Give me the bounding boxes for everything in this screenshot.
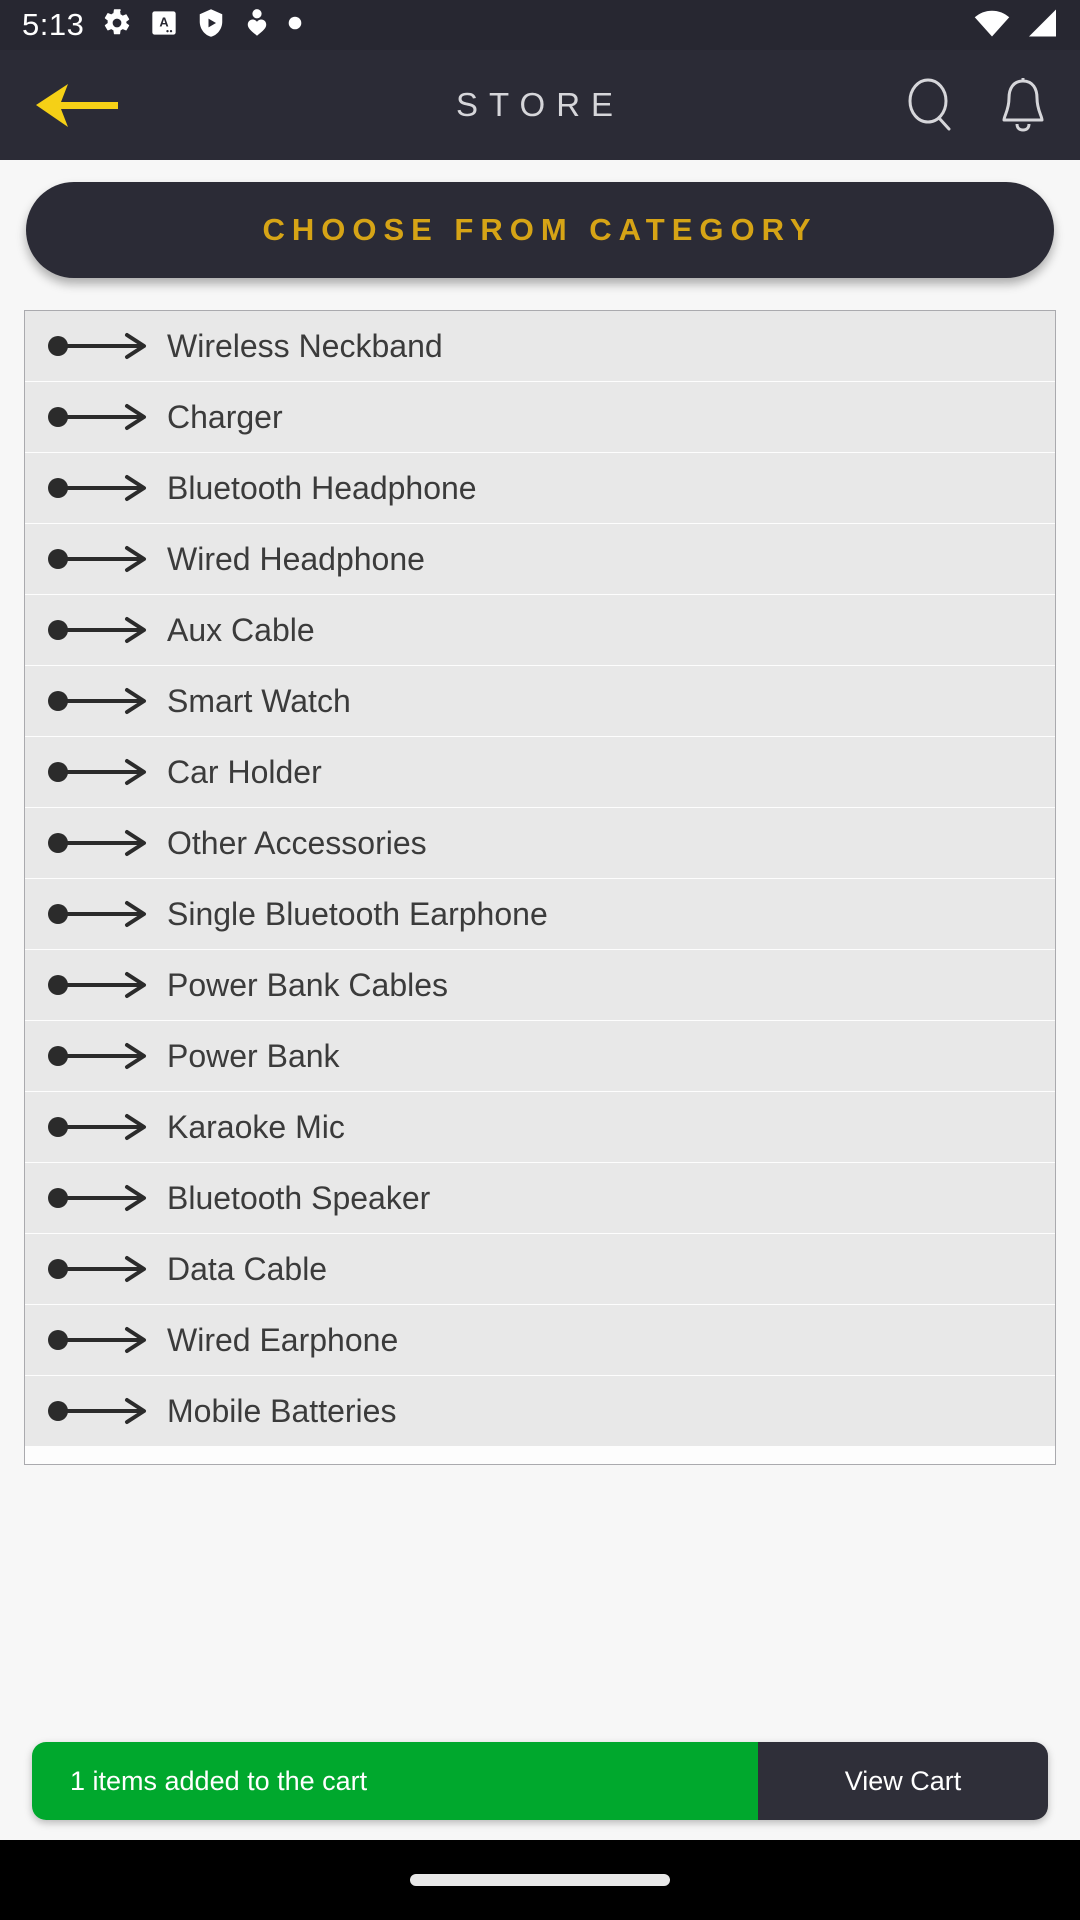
status-bar-time: 5:13 <box>22 7 85 42</box>
arrow-bullet-icon <box>47 1394 151 1428</box>
category-label: Charger <box>167 398 283 435</box>
arrow-bullet-icon <box>47 400 151 434</box>
status-bar-notification-icons: A <box>102 8 302 43</box>
cart-snackbar: 1 items added to the cart View Cart <box>32 1742 1048 1820</box>
arrow-bullet-icon <box>47 755 151 789</box>
arrow-bullet-icon <box>47 471 151 505</box>
category-row[interactable]: Power Bank <box>25 1021 1055 1091</box>
svg-text:A: A <box>160 14 169 29</box>
arrow-bullet-icon <box>47 1110 151 1144</box>
back-arrow-icon[interactable] <box>34 75 120 135</box>
arrow-bullet-icon <box>47 613 151 647</box>
category-row[interactable]: Wired Earphone <box>25 1305 1055 1375</box>
person-heart-icon <box>244 8 270 43</box>
category-row[interactable]: Wireless Neckband <box>25 311 1055 381</box>
arrow-bullet-icon <box>47 684 151 718</box>
arrow-bullet-icon <box>47 897 151 931</box>
category-row[interactable]: Other Accessories <box>25 808 1055 878</box>
category-label: Bluetooth Speaker <box>167 1179 431 1216</box>
choose-category-banner[interactable]: CHOOSE FROM CATEGORY <box>26 182 1054 278</box>
search-icon[interactable] <box>904 77 956 133</box>
status-bar: 5:13 A <box>0 0 1080 50</box>
snackbar-message: 1 items added to the cart <box>32 1742 758 1820</box>
category-label: Single Bluetooth Earphone <box>167 895 548 932</box>
view-cart-button[interactable]: View Cart <box>758 1742 1048 1820</box>
arrow-bullet-icon <box>47 1039 151 1073</box>
play-shield-icon <box>196 8 226 43</box>
category-row[interactable]: Charger <box>25 382 1055 452</box>
choose-category-label: CHOOSE FROM CATEGORY <box>262 212 818 247</box>
category-label: Other Accessories <box>167 824 427 861</box>
category-row[interactable]: Smart Watch <box>25 666 1055 736</box>
category-label: Smart Watch <box>167 682 351 719</box>
gear-icon <box>102 8 132 43</box>
phone-screen: 5:13 A STORE CHOOSE FROM CATEGORY Wirele… <box>0 0 1080 1920</box>
arrow-bullet-icon <box>47 968 151 1002</box>
category-label: Wired Headphone <box>167 540 425 577</box>
category-row[interactable]: Bluetooth Speaker <box>25 1163 1055 1233</box>
category-label: Wireless Neckband <box>167 327 443 364</box>
category-row[interactable]: Car Holder <box>25 737 1055 807</box>
arrow-bullet-icon <box>47 1323 151 1357</box>
home-indicator[interactable] <box>410 1874 670 1886</box>
category-banner-wrap: CHOOSE FROM CATEGORY <box>0 160 1080 278</box>
category-label: Aux Cable <box>167 611 315 648</box>
category-row[interactable]: Power Bank Cables <box>25 950 1055 1020</box>
category-label: Power Bank Cables <box>167 966 449 1003</box>
category-label: Power Bank <box>167 1037 340 1074</box>
app-bar-actions <box>904 76 1046 134</box>
category-label: Data Cable <box>167 1250 328 1287</box>
arrow-bullet-icon <box>47 329 151 363</box>
wifi-icon <box>974 8 1010 43</box>
bell-icon[interactable] <box>1000 76 1046 134</box>
category-row[interactable]: Data Cable <box>25 1234 1055 1304</box>
arrow-bullet-icon <box>47 1181 151 1215</box>
category-row[interactable]: Karaoke Mic <box>25 1092 1055 1162</box>
app-bar: STORE <box>0 50 1080 160</box>
dot-icon <box>288 16 302 35</box>
arrow-bullet-icon <box>47 826 151 860</box>
category-row[interactable]: Wired Headphone <box>25 524 1055 594</box>
category-label: Bluetooth Headphone <box>167 469 477 506</box>
category-row[interactable]: Bluetooth Headphone <box>25 453 1055 523</box>
category-row[interactable]: Single Bluetooth Earphone <box>25 879 1055 949</box>
category-label: Car Holder <box>167 753 322 790</box>
category-label: Mobile Batteries <box>167 1392 397 1429</box>
category-list[interactable]: Wireless Neckband Charger Bluetooth Headph… <box>24 310 1056 1465</box>
category-label: Karaoke Mic <box>167 1108 345 1145</box>
text-badge-icon: A <box>150 9 178 42</box>
status-bar-system-icons <box>974 8 1058 43</box>
signal-icon <box>1024 8 1058 43</box>
category-row[interactable]: Aux Cable <box>25 595 1055 665</box>
arrow-bullet-icon <box>47 542 151 576</box>
category-label: Wired Earphone <box>167 1321 399 1358</box>
category-row[interactable]: Mobile Batteries <box>25 1376 1055 1446</box>
arrow-bullet-icon <box>47 1252 151 1286</box>
system-navigation-bar <box>0 1840 1080 1920</box>
